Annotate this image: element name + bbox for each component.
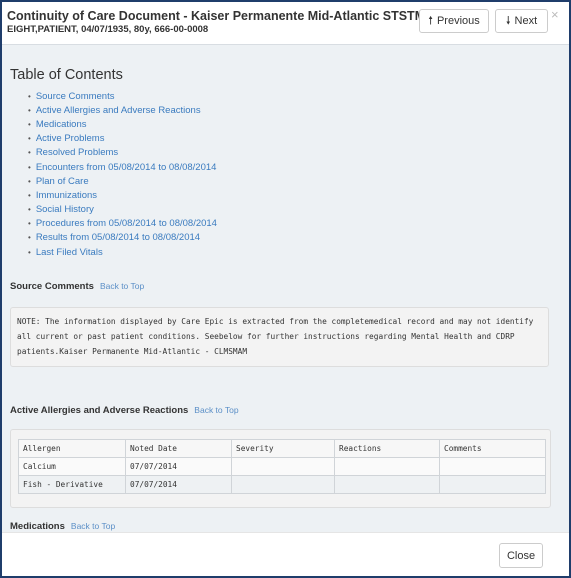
back-to-top-link[interactable]: Back to Top bbox=[100, 281, 144, 291]
cell bbox=[231, 475, 335, 494]
cell: 07/07/2014 bbox=[125, 475, 232, 494]
modal-footer: Close bbox=[2, 532, 569, 576]
toc-link[interactable]: Medications bbox=[28, 117, 217, 131]
arrow-up-icon: 🠕 bbox=[428, 14, 433, 27]
medications-heading: Medications Back to Top bbox=[10, 521, 115, 532]
table-row: Calcium 07/07/2014 bbox=[18, 457, 546, 476]
patient-info: EIGHT,PATIENT, 04/07/1935, 80y, 666-00-0… bbox=[7, 24, 209, 35]
toc-link[interactable]: Plan of Care bbox=[28, 174, 217, 188]
modal-body: Table of Contents Source Comments Active… bbox=[2, 45, 569, 532]
toc-link[interactable]: Encounters from 05/08/2014 to 08/08/2014 bbox=[28, 160, 217, 174]
modal-header: Continuity of Care Document - Kaiser Per… bbox=[2, 2, 569, 45]
previous-button[interactable]: 🠕 Previous bbox=[419, 9, 489, 33]
toc-link[interactable]: Active Problems bbox=[28, 132, 217, 146]
close-icon[interactable]: × bbox=[551, 7, 559, 22]
close-button[interactable]: Close bbox=[499, 543, 543, 568]
previous-label: Previous bbox=[436, 15, 480, 27]
toc-link[interactable]: Immunizations bbox=[28, 188, 217, 202]
column-header: Comments bbox=[439, 439, 546, 458]
toc-title: Table of Contents bbox=[10, 67, 123, 83]
column-header: Noted Date bbox=[125, 439, 232, 458]
cell bbox=[439, 475, 546, 494]
next-label: Next bbox=[514, 15, 538, 27]
cell: Calcium bbox=[18, 457, 126, 476]
toc-link[interactable]: Results from 05/08/2014 to 08/08/2014 bbox=[28, 231, 217, 245]
section-title: Medications bbox=[10, 521, 65, 532]
cell bbox=[334, 475, 440, 494]
column-header: Severity bbox=[231, 439, 335, 458]
column-header: Allergen bbox=[18, 439, 126, 458]
section-title: Active Allergies and Adverse Reactions bbox=[10, 405, 189, 416]
toc-link[interactable]: Procedures from 05/08/2014 to 08/08/2014 bbox=[28, 217, 217, 231]
allergies-table: Allergen Noted Date Severity Reactions Comme… bbox=[18, 439, 546, 494]
cell: Fish - Derivative bbox=[18, 475, 126, 494]
source-comments-heading: Source Comments Back to Top bbox=[10, 281, 144, 292]
cell bbox=[334, 457, 440, 476]
allergies-panel: Allergen Noted Date Severity Reactions Comme… bbox=[10, 429, 551, 508]
ccd-modal: Continuity of Care Document - Kaiser Per… bbox=[2, 2, 569, 576]
toc-link[interactable]: Source Comments bbox=[28, 89, 217, 103]
toc-link[interactable]: Social History bbox=[28, 203, 217, 217]
cell: 07/07/2014 bbox=[125, 457, 232, 476]
source-comments-note: NOTE: The information displayed by Care … bbox=[10, 307, 549, 367]
toc-link[interactable]: Resolved Problems bbox=[28, 146, 217, 160]
toc-list: Source Comments Active Allergies and Adv… bbox=[28, 89, 217, 259]
column-header: Reactions bbox=[334, 439, 440, 458]
cell bbox=[439, 457, 546, 476]
next-button[interactable]: 🠗 Next bbox=[495, 9, 548, 33]
back-to-top-link[interactable]: Back to Top bbox=[194, 405, 238, 415]
arrow-down-icon: 🠗 bbox=[505, 14, 511, 27]
modal-title: Continuity of Care Document - Kaiser Per… bbox=[7, 9, 442, 23]
toc-link[interactable]: Active Allergies and Adverse Reactions bbox=[28, 103, 217, 117]
section-title: Source Comments bbox=[10, 281, 94, 292]
allergies-heading: Active Allergies and Adverse Reactions Ba… bbox=[10, 405, 239, 416]
table-row: Fish - Derivative 07/07/2014 bbox=[18, 475, 546, 494]
cell bbox=[231, 457, 335, 476]
back-to-top-link[interactable]: Back to Top bbox=[71, 521, 115, 531]
toc-link[interactable]: Last Filed Vitals bbox=[28, 245, 217, 259]
